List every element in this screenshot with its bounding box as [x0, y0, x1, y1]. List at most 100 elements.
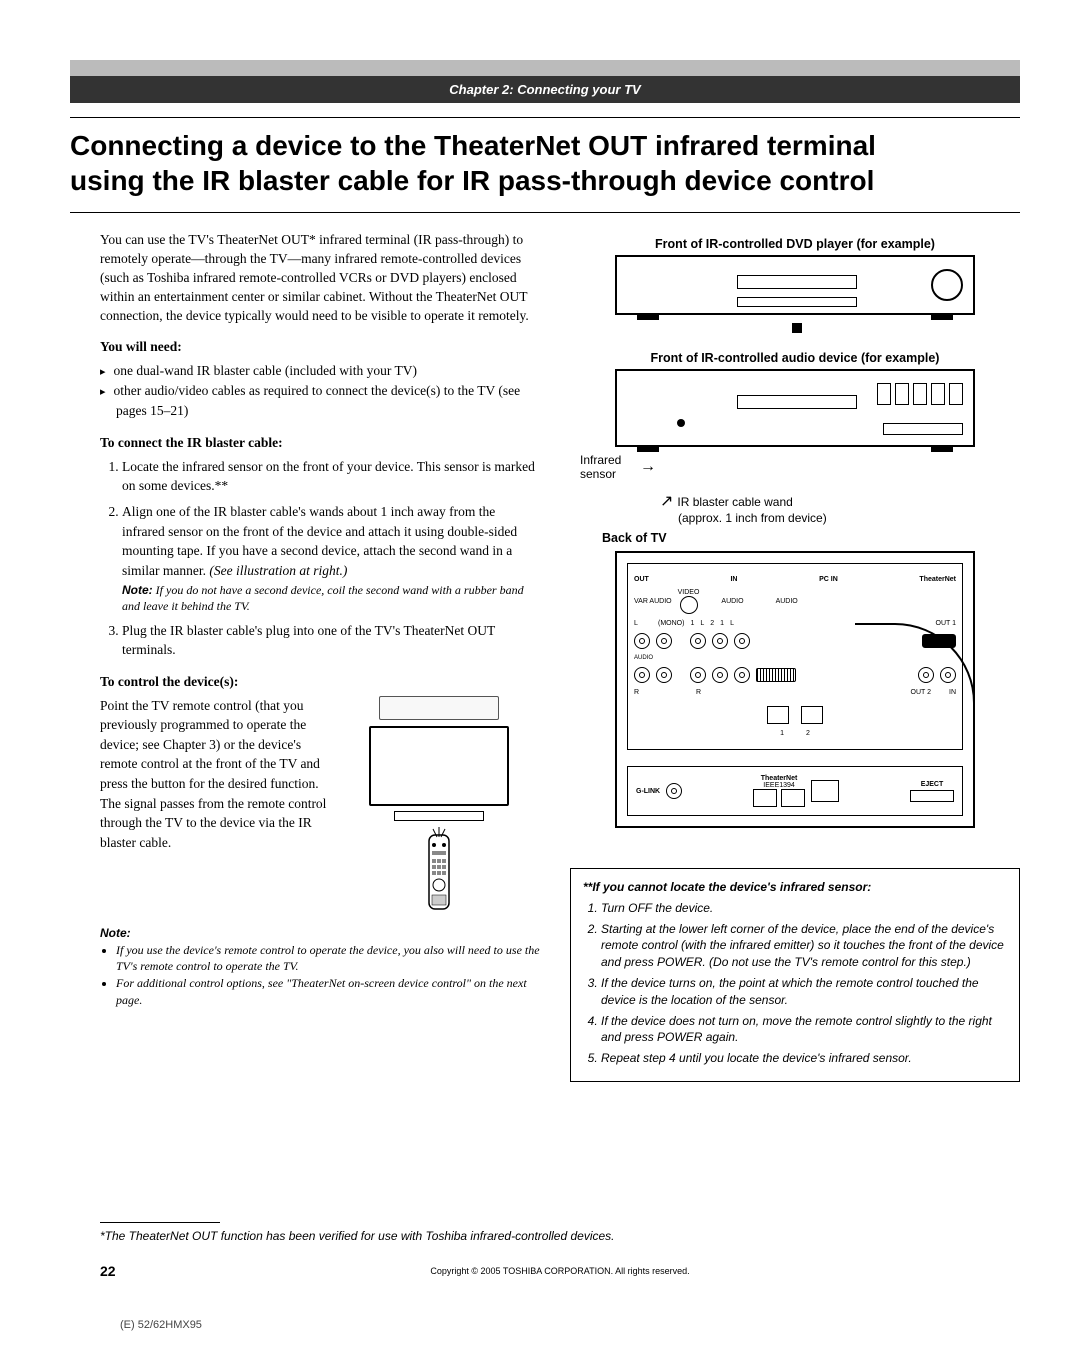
- note-label: Note:: [100, 926, 131, 940]
- panel-l: L: [700, 620, 704, 627]
- ir-wand-callout: IR blaster cable wand (approx. 1 inch fr…: [660, 491, 1020, 525]
- step2-note-text: If you do not have a second device, coil…: [122, 583, 524, 613]
- note-item: If you use the device's remote control t…: [116, 942, 540, 976]
- you-will-need-list: one dual-wand IR blaster cable (included…: [100, 361, 540, 420]
- title-line-1: Connecting a device to the TheaterNet OU…: [70, 128, 1020, 163]
- panel-out2: OUT 2: [911, 689, 932, 696]
- panel-mono: (MONO): [658, 620, 684, 627]
- cannot-locate-sensor-box: **If you cannot locate the device's infr…: [570, 868, 1020, 1082]
- audio-device-illustration: [615, 369, 975, 447]
- panel-ieee: IEEE1394: [763, 782, 795, 789]
- panel-audio: AUDIO: [634, 655, 696, 661]
- crop-line-text: (E) 52/62HMX95: [120, 1319, 1020, 1331]
- page-footer: 22 Copyright © 2005 TOSHIBA CORPORATION.…: [100, 1263, 1020, 1279]
- optical-port-icon: [767, 706, 789, 724]
- fig-label-dvd: Front of IR-controlled DVD player (for e…: [570, 237, 1020, 251]
- left-column: You can use the TV's TheaterNet OUT* inf…: [100, 231, 540, 1082]
- ir-sensor-dot-icon: [677, 419, 685, 427]
- rca-jack-icon: [634, 667, 650, 683]
- infrared-sensor-callout: Infrared sensor: [580, 453, 1020, 481]
- rca-jack-icon: [734, 667, 750, 683]
- intro-paragraph: You can use the TV's TheaterNet OUT* inf…: [100, 231, 540, 325]
- note-block: Note: If you use the device's remote con…: [100, 925, 540, 1009]
- panel-l: L: [634, 620, 652, 627]
- remote-control-icon: [419, 827, 459, 917]
- step2-note: Note: If you do not have a second device…: [122, 582, 540, 614]
- chapter-header: Chapter 2: Connecting your TV: [70, 60, 1020, 103]
- panel-1: 1: [720, 620, 724, 627]
- sensor-step: Turn OFF the device.: [601, 900, 1007, 917]
- panel-var-audio: VAR AUDIO: [634, 598, 672, 605]
- panel-pcin: PC IN: [819, 576, 838, 583]
- panel-audio: AUDIO: [721, 598, 743, 605]
- panel-in: IN: [730, 576, 737, 583]
- hdmi-port-icon: [922, 634, 956, 648]
- ieee1394-group: TheaterNet IEEE1394: [753, 775, 839, 807]
- tv-front-icon: [369, 726, 509, 806]
- page-number: 22: [100, 1263, 160, 1279]
- connect-step-3: Plug the IR blaster cable's plug into on…: [122, 621, 540, 660]
- sensor-step: Repeat step 4 until you locate the devic…: [601, 1050, 1007, 1067]
- svideo-jack-icon: [680, 596, 698, 614]
- rca-jack-icon: [656, 667, 672, 683]
- sensor-step: Starting at the lower left corner of the…: [601, 921, 1007, 971]
- sensor-box-heading: **If you cannot locate the device's infr…: [583, 879, 1007, 896]
- panel-r: R: [634, 689, 636, 696]
- slot-icon: [811, 780, 839, 802]
- footnote-rule: [100, 1222, 220, 1223]
- panel-out1: OUT 1: [936, 620, 957, 627]
- panel-l: L: [730, 620, 734, 627]
- rule-top: [70, 117, 1020, 118]
- panel-eject: EJECT: [921, 781, 944, 788]
- connect-step-1: Locate the infrared sensor on the front …: [122, 457, 540, 496]
- ieee-port-icon: [753, 789, 777, 807]
- remote-illustration: [338, 696, 540, 917]
- panel-glink: G-LINK: [636, 788, 660, 795]
- dvd-player-illustration: [615, 255, 975, 315]
- pc-port-icon: [756, 668, 796, 682]
- note-label: Note:: [122, 583, 153, 597]
- cable-icon: [379, 696, 499, 720]
- panel-1: 1: [690, 620, 694, 627]
- panel-theaternet: TheaterNet: [919, 576, 956, 583]
- you-will-need-heading: You will need:: [100, 339, 540, 355]
- panel-audio: AUDIO: [776, 598, 798, 605]
- panel-theaternet-port: TheaterNet: [761, 775, 798, 782]
- rca-jack-icon: [712, 633, 728, 649]
- theaternet-in-jack-icon: [940, 667, 956, 683]
- sensor-step: If the device does not turn on, move the…: [601, 1013, 1007, 1047]
- panel-video: VIDEO: [678, 589, 700, 596]
- ir-wand-approx: (approx. 1 inch from device): [678, 511, 1020, 525]
- control-text: Point the TV remote control (that you pr…: [100, 696, 330, 853]
- control-heading: To control the device(s):: [100, 674, 540, 690]
- panel-in-small: IN: [949, 689, 956, 696]
- rca-jack-icon: [690, 667, 706, 683]
- ieee-port-icon: [781, 789, 805, 807]
- need-item: other audio/video cables as required to …: [116, 381, 540, 421]
- panel-1: 1: [780, 730, 784, 737]
- connect-step-2: Align one of the IR blaster cable's wand…: [122, 502, 540, 615]
- note-item: For additional control options, see "The…: [116, 975, 540, 1009]
- rule-under-title: [70, 212, 1020, 213]
- rca-jack-icon: [634, 633, 650, 649]
- right-column: Front of IR-controlled DVD player (for e…: [570, 231, 1020, 1082]
- connect-steps: Locate the infrared sensor on the front …: [100, 457, 540, 660]
- glink-jack-icon: [666, 783, 682, 799]
- sensor-step: If the device turns on, the point at whi…: [601, 975, 1007, 1009]
- copyright: Copyright © 2005 TOSHIBA CORPORATION. Al…: [160, 1266, 960, 1276]
- tv-stand-icon: [394, 811, 484, 821]
- page-title: Connecting a device to the TheaterNet OU…: [70, 128, 1020, 198]
- rca-jack-icon: [656, 633, 672, 649]
- infrared-sensor-text: Infrared sensor: [580, 453, 636, 481]
- title-line-2: using the IR blaster cable for IR pass-t…: [70, 163, 1020, 198]
- panel-out: OUT: [634, 576, 649, 583]
- see-illustration: (See illustration at right.): [209, 563, 347, 578]
- panel-2: 2: [710, 620, 714, 627]
- optical-port-icon: [801, 706, 823, 724]
- rca-jack-icon: [690, 633, 706, 649]
- footnote-text: *The TheaterNet OUT function has been ve…: [100, 1229, 1020, 1243]
- need-item: one dual-wand IR blaster cable (included…: [116, 361, 540, 381]
- arrow-right-icon: [640, 458, 656, 476]
- eject-slot-icon: [910, 790, 954, 802]
- theaternet-out-jack-icon: [918, 667, 934, 683]
